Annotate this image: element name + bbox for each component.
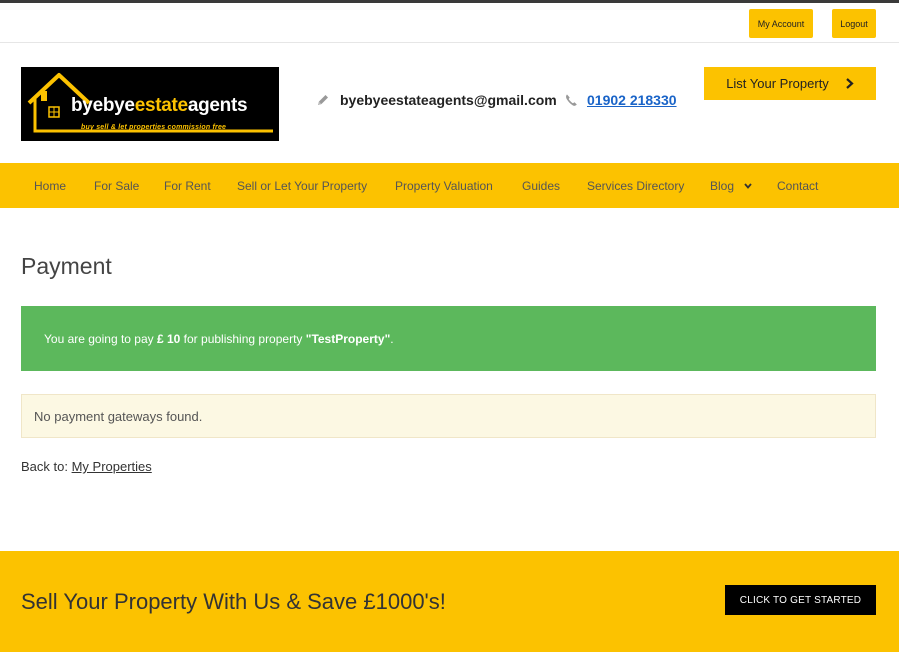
- site-logo[interactable]: byebyeestateagents buy sell & let proper…: [21, 67, 279, 141]
- logo-word-1: byebye: [71, 95, 135, 116]
- get-started-button[interactable]: CLICK TO GET STARTED: [725, 585, 876, 615]
- logo-tagline: buy sell & let properties commission fre…: [81, 124, 227, 131]
- payment-middle: for publishing property: [180, 331, 306, 346]
- my-account-button[interactable]: My Account: [749, 9, 813, 38]
- nav-sell-or-let[interactable]: Sell or Let Your Property: [237, 163, 367, 208]
- nav-for-rent[interactable]: For Rent: [164, 163, 211, 208]
- nav-blog-label: Blog: [710, 178, 735, 193]
- nav-property-valuation[interactable]: Property Valuation: [395, 163, 493, 208]
- logo-word-2: estate: [134, 95, 188, 116]
- my-properties-link[interactable]: My Properties: [72, 459, 152, 474]
- payment-prefix: You are going to pay: [44, 331, 157, 346]
- list-your-property-label: List Your Property: [726, 76, 829, 91]
- nav-contact[interactable]: Contact: [777, 163, 818, 208]
- nav-home[interactable]: Home: [34, 163, 66, 208]
- property-name: "TestProperty": [305, 331, 391, 346]
- no-gateways-alert: No payment gateways found.: [21, 394, 876, 438]
- logo-wordmark: byebyeestateagents: [71, 95, 248, 117]
- payment-amount: £ 10: [156, 331, 181, 346]
- nav-for-sale[interactable]: For Sale: [94, 163, 139, 208]
- nav-blog[interactable]: Blog: [710, 163, 752, 208]
- logo-word-3: agents: [187, 95, 248, 116]
- back-label: Back to:: [21, 459, 72, 474]
- payment-info-text: You are going to pay £ 10 for publishing…: [44, 332, 394, 346]
- email-text: byebyeestateagents@gmail.com: [340, 92, 557, 108]
- phone-icon: [566, 94, 577, 106]
- cta-tagline: Sell Your Property With Us & Save £1000'…: [21, 589, 446, 614]
- pencil-icon: [318, 95, 328, 105]
- contact-email: byebyeestateagents@gmail.com: [316, 90, 557, 110]
- top-bar: My Account Logout: [0, 3, 899, 43]
- contact-phone: 01902 218330: [564, 90, 677, 110]
- phone-link[interactable]: 01902 218330: [587, 92, 677, 108]
- main-nav: Home For Sale For Rent Sell or Let Your …: [0, 163, 899, 208]
- payment-suffix: .: [390, 331, 394, 346]
- list-your-property-button[interactable]: List Your Property: [704, 67, 876, 100]
- back-to: Back to: My Properties: [21, 459, 152, 474]
- chevron-right-icon: [846, 78, 854, 89]
- page-title: Payment: [21, 253, 112, 279]
- chevron-down-icon: [744, 182, 752, 189]
- logout-button[interactable]: Logout: [832, 9, 876, 38]
- payment-info-alert: You are going to pay £ 10 for publishing…: [21, 306, 876, 371]
- nav-services-directory[interactable]: Services Directory: [587, 163, 684, 208]
- nav-guides[interactable]: Guides: [522, 163, 560, 208]
